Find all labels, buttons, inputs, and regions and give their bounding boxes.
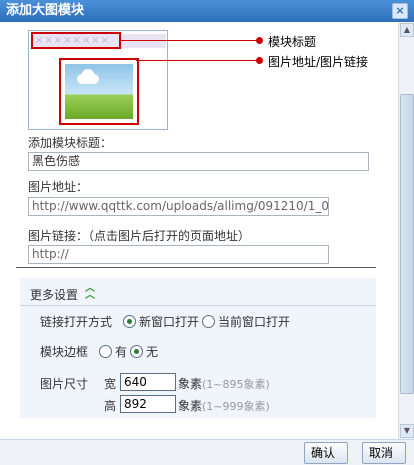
image-callout-label: 图片地址/图片链接 — [268, 55, 369, 69]
radio-border-no[interactable] — [130, 345, 143, 358]
more-settings-title[interactable]: 更多设置 — [30, 286, 78, 303]
open-mode-label: 链接打开方式 — [40, 315, 113, 329]
image-link-label: 图片链接：（点击图片后打开的页面地址） — [28, 229, 251, 243]
more-settings-separator — [20, 305, 376, 306]
chevron-up-icon[interactable]: ︿ ︿ — [84, 284, 96, 301]
width-unit: 象素 — [178, 377, 203, 391]
radio-current-window[interactable] — [202, 315, 215, 328]
width-hint: (1~895象素) — [202, 378, 270, 391]
height-hint: (1~999象素) — [202, 400, 270, 413]
image-link-input[interactable]: http:// — [28, 245, 329, 264]
vertical-scrollbar[interactable]: ▲ ▼ — [398, 22, 414, 439]
scroll-down-icon[interactable]: ▼ — [400, 424, 414, 438]
more-settings-panel: 更多设置 ︿ ︿ 链接打开方式 新窗口打开 当前窗口打开 模块边框 有 无 图片尺… — [20, 278, 376, 418]
dialog-title: 添加大图模块 — [6, 3, 85, 18]
title-field-label: 添加模块标题： — [28, 136, 113, 150]
radio-border-yes-label[interactable]: 有 — [115, 343, 127, 360]
width-input[interactable]: 640 — [120, 373, 176, 391]
close-icon: × — [395, 4, 405, 17]
image-url-input[interactable]: http://www.qqttk.com/uploads/allimg/0912… — [28, 197, 329, 216]
section-divider — [16, 267, 376, 268]
radio-current-window-label[interactable]: 当前窗口打开 — [218, 313, 290, 330]
close-button[interactable]: × — [392, 3, 408, 19]
height-unit: 象素 — [178, 399, 203, 413]
scrollbar-thumb[interactable] — [400, 94, 414, 394]
landscape-image-icon — [65, 64, 133, 119]
image-url-label: 图片地址： — [28, 180, 89, 194]
dialog-titlebar: 添加大图模块 × — [0, 0, 414, 22]
title-callout-line — [120, 40, 258, 41]
image-highlight-box — [59, 58, 139, 125]
cancel-button[interactable]: 取消 — [362, 442, 406, 464]
border-label: 模块边框 — [40, 345, 89, 359]
ok-button[interactable]: 确认 — [304, 442, 348, 464]
image-callout-line — [136, 60, 258, 61]
title-highlight-box — [31, 32, 121, 49]
size-label: 图片尺寸 — [40, 377, 89, 391]
radio-new-window-label[interactable]: 新窗口打开 — [139, 313, 199, 330]
title-callout-label: 模块标题 — [268, 35, 317, 49]
dialog-content: ×××××××× 模块标题 图片地址/图片链接 添加模块标题： 黑色伤感 图片地… — [0, 22, 398, 439]
height-input[interactable]: 892 — [120, 395, 176, 413]
module-preview: ×××××××× — [28, 30, 168, 130]
radio-border-no-label[interactable]: 无 — [146, 343, 158, 360]
width-label: 宽 — [104, 377, 117, 391]
radio-new-window[interactable] — [123, 315, 136, 328]
dialog-footer: 确认 取消 — [0, 439, 414, 465]
scroll-up-icon[interactable]: ▲ — [400, 23, 414, 37]
title-input[interactable]: 黑色伤感 — [28, 152, 369, 171]
title-callout-dot — [256, 37, 263, 44]
height-label: 高 — [104, 399, 117, 413]
cloud-shape — [77, 69, 99, 84]
radio-border-yes[interactable] — [99, 345, 112, 358]
image-callout-dot — [256, 57, 263, 64]
